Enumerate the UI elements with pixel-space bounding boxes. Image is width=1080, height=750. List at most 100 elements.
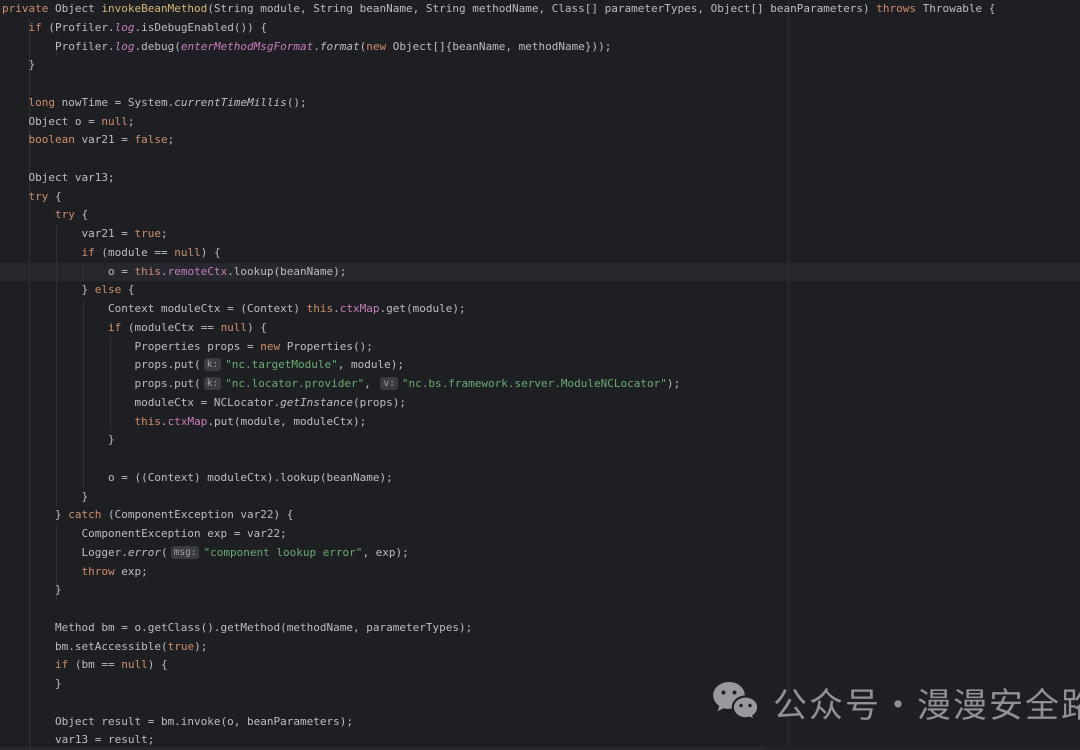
code-token: throw: [81, 565, 114, 578]
code-line[interactable]: this.ctxMap.put(module, moduleCtx);: [2, 413, 1080, 432]
code-token: ();: [287, 96, 307, 109]
code-token: [2, 21, 29, 34]
code-token: }: [2, 677, 62, 690]
code-token: Method bm = o.getClass().getMethod(metho…: [2, 621, 472, 634]
code-token: Object result = bm.invoke(o, beanParamet…: [2, 715, 353, 728]
code-token: var13 = result;: [2, 733, 154, 746]
code-line[interactable]: }: [2, 431, 1080, 450]
code-line[interactable]: Method bm = o.getClass().getMethod(metho…: [2, 619, 1080, 638]
code-token: true: [134, 227, 161, 240]
code-line[interactable]: o = this.remoteCtx.lookup(beanName);: [2, 263, 1080, 282]
code-token: else: [95, 283, 122, 296]
code-token: {: [75, 208, 88, 221]
code-token: }: [2, 490, 88, 503]
code-token: Object: [48, 2, 101, 15]
code-line[interactable]: [2, 75, 1080, 94]
code-token: props.put(: [2, 377, 201, 390]
code-token: (: [161, 546, 168, 559]
code-line[interactable]: Object o = null;: [2, 113, 1080, 132]
inlay-hint: v:: [380, 377, 397, 390]
code-token: if: [81, 246, 94, 259]
code-token: [2, 658, 55, 671]
code-line[interactable]: moduleCtx = NCLocator.getInstance(props)…: [2, 394, 1080, 413]
code-token: .: [313, 40, 320, 53]
code-line[interactable]: try {: [2, 188, 1080, 207]
ide-editor-window: private Object invokeBeanMethod(String m…: [0, 0, 1080, 750]
code-line[interactable]: var21 = true;: [2, 225, 1080, 244]
code-token: getInstance: [280, 396, 353, 409]
code-line[interactable]: } catch (ComponentException var22) {: [2, 506, 1080, 525]
code-line[interactable]: Properties props = new Properties();: [2, 338, 1080, 357]
code-line[interactable]: Profiler.log.debug(enterMethodMsgFormat.…: [2, 38, 1080, 57]
code-token: Throwable {: [916, 2, 995, 15]
code-line[interactable]: Logger.error(msg:"component lookup error…: [2, 544, 1080, 563]
code-token: o =: [2, 265, 134, 278]
code-line[interactable]: } else {: [2, 281, 1080, 300]
code-line[interactable]: }: [2, 488, 1080, 507]
code-token: exp;: [115, 565, 148, 578]
inlay-hint: k:: [204, 377, 221, 390]
code-token: null: [121, 658, 148, 671]
code-line[interactable]: private Object invokeBeanMethod(String m…: [2, 0, 1080, 19]
code-token: ComponentException exp = var22;: [2, 527, 287, 540]
inlay-hint: k:: [204, 358, 221, 371]
code-token: log: [115, 21, 135, 34]
code-token: [2, 321, 108, 334]
code-line[interactable]: throw exp;: [2, 563, 1080, 582]
code-editor[interactable]: private Object invokeBeanMethod(String m…: [0, 0, 1080, 750]
code-line[interactable]: if (Profiler.log.isDebugEnabled()) {: [2, 19, 1080, 38]
code-token: (moduleCtx ==: [121, 321, 220, 334]
code-token: catch: [68, 508, 101, 521]
code-token: [2, 246, 81, 259]
code-line[interactable]: }: [2, 581, 1080, 600]
code-line[interactable]: long nowTime = System.currentTimeMillis(…: [2, 94, 1080, 113]
code-token: [2, 208, 55, 221]
code-token: null: [221, 321, 248, 334]
code-token: var21 =: [2, 227, 134, 240]
code-token: this: [134, 415, 161, 428]
code-token: , module);: [338, 358, 404, 371]
code-token: long: [29, 96, 56, 109]
code-token: ;: [161, 227, 168, 240]
code-token: );: [194, 640, 207, 653]
code-token: format: [320, 40, 360, 53]
code-token: if: [55, 658, 68, 671]
code-token: invokeBeanMethod: [101, 2, 207, 15]
code-token: o = ((Context) moduleCtx).lookup(beanNam…: [2, 471, 393, 484]
code-token: (bm ==: [68, 658, 121, 671]
code-token: if: [108, 321, 121, 334]
code-line[interactable]: props.put(k:"nc.targetModule", module);: [2, 356, 1080, 375]
code-line[interactable]: [2, 150, 1080, 169]
code-token: "nc.targetModule": [225, 358, 338, 371]
code-token: bm.setAccessible(: [2, 640, 168, 653]
code-line[interactable]: Context moduleCtx = (Context) this.ctxMa…: [2, 300, 1080, 319]
code-token: Object var13;: [2, 171, 115, 184]
code-line[interactable]: if (module == null) {: [2, 244, 1080, 263]
code-line[interactable]: }: [2, 56, 1080, 75]
code-line[interactable]: Object var13;: [2, 169, 1080, 188]
code-token: {: [48, 190, 61, 203]
code-line[interactable]: if (moduleCtx == null) {: [2, 319, 1080, 338]
code-token: }: [2, 583, 62, 596]
code-token: ;: [128, 115, 135, 128]
code-line[interactable]: props.put(k:"nc.locator.provider", v:"nc…: [2, 375, 1080, 394]
code-line[interactable]: [2, 600, 1080, 619]
code-token: ) {: [247, 321, 267, 334]
code-token: .debug(: [134, 40, 180, 53]
code-line[interactable]: if (bm == null) {: [2, 656, 1080, 675]
watermark: 公众号・漫漫安全路: [712, 678, 1080, 727]
code-token: "nc.bs.framework.server.ModuleNCLocator": [402, 377, 667, 390]
code-token: var21 =: [75, 133, 135, 146]
code-line[interactable]: o = ((Context) moduleCtx).lookup(beanNam…: [2, 469, 1080, 488]
code-token: "nc.locator.provider": [225, 377, 364, 390]
code-token: .put(module, moduleCtx);: [207, 415, 366, 428]
code-line[interactable]: try {: [2, 206, 1080, 225]
code-line[interactable]: boolean var21 = false;: [2, 131, 1080, 150]
code-lines[interactable]: private Object invokeBeanMethod(String m…: [2, 0, 1080, 750]
code-line[interactable]: ComponentException exp = var22;: [2, 525, 1080, 544]
code-token: [2, 133, 29, 146]
code-token: [2, 415, 134, 428]
code-line[interactable]: [2, 450, 1080, 469]
code-token: (ComponentException var22) {: [101, 508, 293, 521]
code-line[interactable]: bm.setAccessible(true);: [2, 638, 1080, 657]
